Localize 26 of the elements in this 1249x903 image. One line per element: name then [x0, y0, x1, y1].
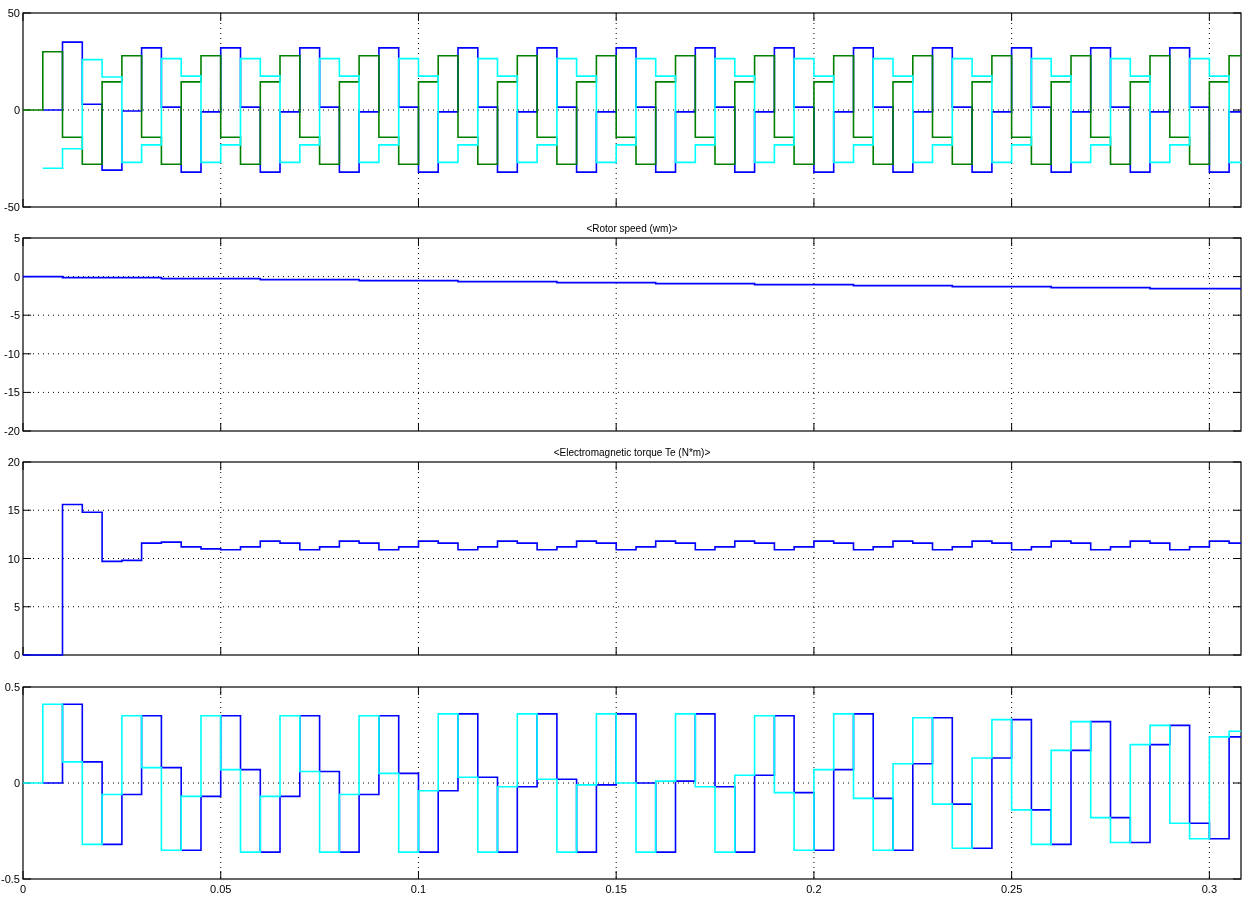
tick-label: 0.25 — [1000, 883, 1023, 895]
chart-title: <Electromagnetic torque Te (N*m)> — [553, 447, 711, 458]
tick-label: 0.3 — [1201, 883, 1217, 895]
tick-label: 20 — [7, 456, 20, 468]
tick-label: 5 — [13, 232, 20, 244]
tick-label: 15 — [7, 504, 20, 517]
tick-label: 0.1 — [410, 883, 427, 895]
tick-label: -50 — [4, 201, 20, 213]
tick-label: -15 — [4, 386, 20, 399]
tick-label: 50 — [7, 7, 20, 19]
chart-title: <Rotor speed (wm)> — [586, 223, 678, 234]
tick-label: 0 — [13, 104, 20, 116]
tick-label: 0.05 — [210, 883, 232, 895]
tick-label: 0 — [13, 649, 20, 661]
tick-label: -10 — [4, 347, 20, 360]
tick-label: 5 — [13, 600, 20, 613]
tick-label: 0 — [13, 270, 20, 283]
tick-label: -0.5 — [1, 873, 20, 885]
tick-label: 0 — [13, 777, 20, 789]
tick-label: 10 — [7, 552, 20, 565]
tick-label: 0.2 — [806, 883, 822, 895]
tick-label: -20 — [4, 425, 20, 437]
tick-label: 0.5 — [4, 681, 20, 693]
tick-label: -5 — [10, 309, 20, 322]
tick-label: 0.15 — [605, 883, 627, 895]
tick-label: 0 — [19, 883, 27, 895]
